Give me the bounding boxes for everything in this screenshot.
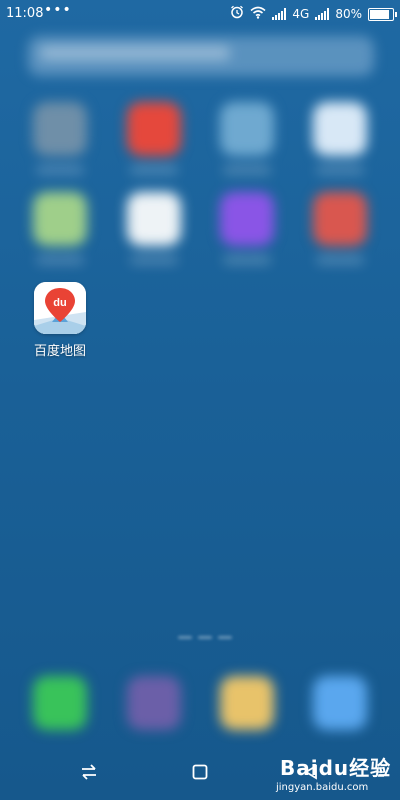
square-home-icon — [192, 764, 208, 780]
blurred-home-screen — [0, 0, 400, 800]
watermark-url: jingyan.baidu.com — [276, 782, 369, 793]
status-time: 11:08 — [6, 6, 44, 21]
watermark-logo: Baidu经验 — [280, 756, 392, 780]
app-label: 百度地图 — [33, 344, 86, 359]
baidu-jingyan-watermark: Baidu经验 jingyan.baidu.com — [272, 752, 392, 800]
swap-arrows-icon — [82, 764, 96, 780]
baidu-maps-icon[interactable]: du — [34, 282, 86, 334]
search-bar-blurred — [28, 36, 374, 76]
blurred-app-icon — [313, 192, 367, 246]
blurred-dock-icon — [313, 676, 367, 730]
switch-app-button[interactable] — [74, 757, 104, 787]
blurred-app-icon — [313, 102, 367, 156]
alarm-icon — [230, 5, 244, 23]
blurred-app-icon — [220, 102, 274, 156]
baidu-maps-icon-text: du — [53, 297, 66, 309]
page-indicator — [160, 636, 250, 642]
battery-icon — [368, 7, 397, 21]
app-baidu-maps[interactable]: du 百度地图 — [27, 282, 93, 359]
blurred-app-icon — [220, 192, 274, 246]
blurred-dock-icon — [220, 676, 274, 730]
status-bar: 11:08 ••• 4G 80% — [0, 0, 400, 30]
blurred-dock-phone-icon — [33, 676, 87, 730]
blurred-app-icon — [33, 192, 87, 246]
wifi-icon — [250, 6, 266, 23]
blurred-app-icon — [127, 192, 181, 246]
notification-more-icon: ••• — [44, 2, 72, 18]
network-type: 4G — [292, 7, 310, 21]
home-button[interactable] — [185, 757, 215, 787]
signal-strength-icon — [272, 8, 287, 20]
blurred-app-icon — [33, 102, 87, 156]
signal-strength-icon-2 — [315, 8, 330, 20]
battery-percent: 80% — [335, 7, 362, 21]
blurred-app-icon — [127, 102, 181, 156]
blurred-dock-icon — [127, 676, 181, 730]
